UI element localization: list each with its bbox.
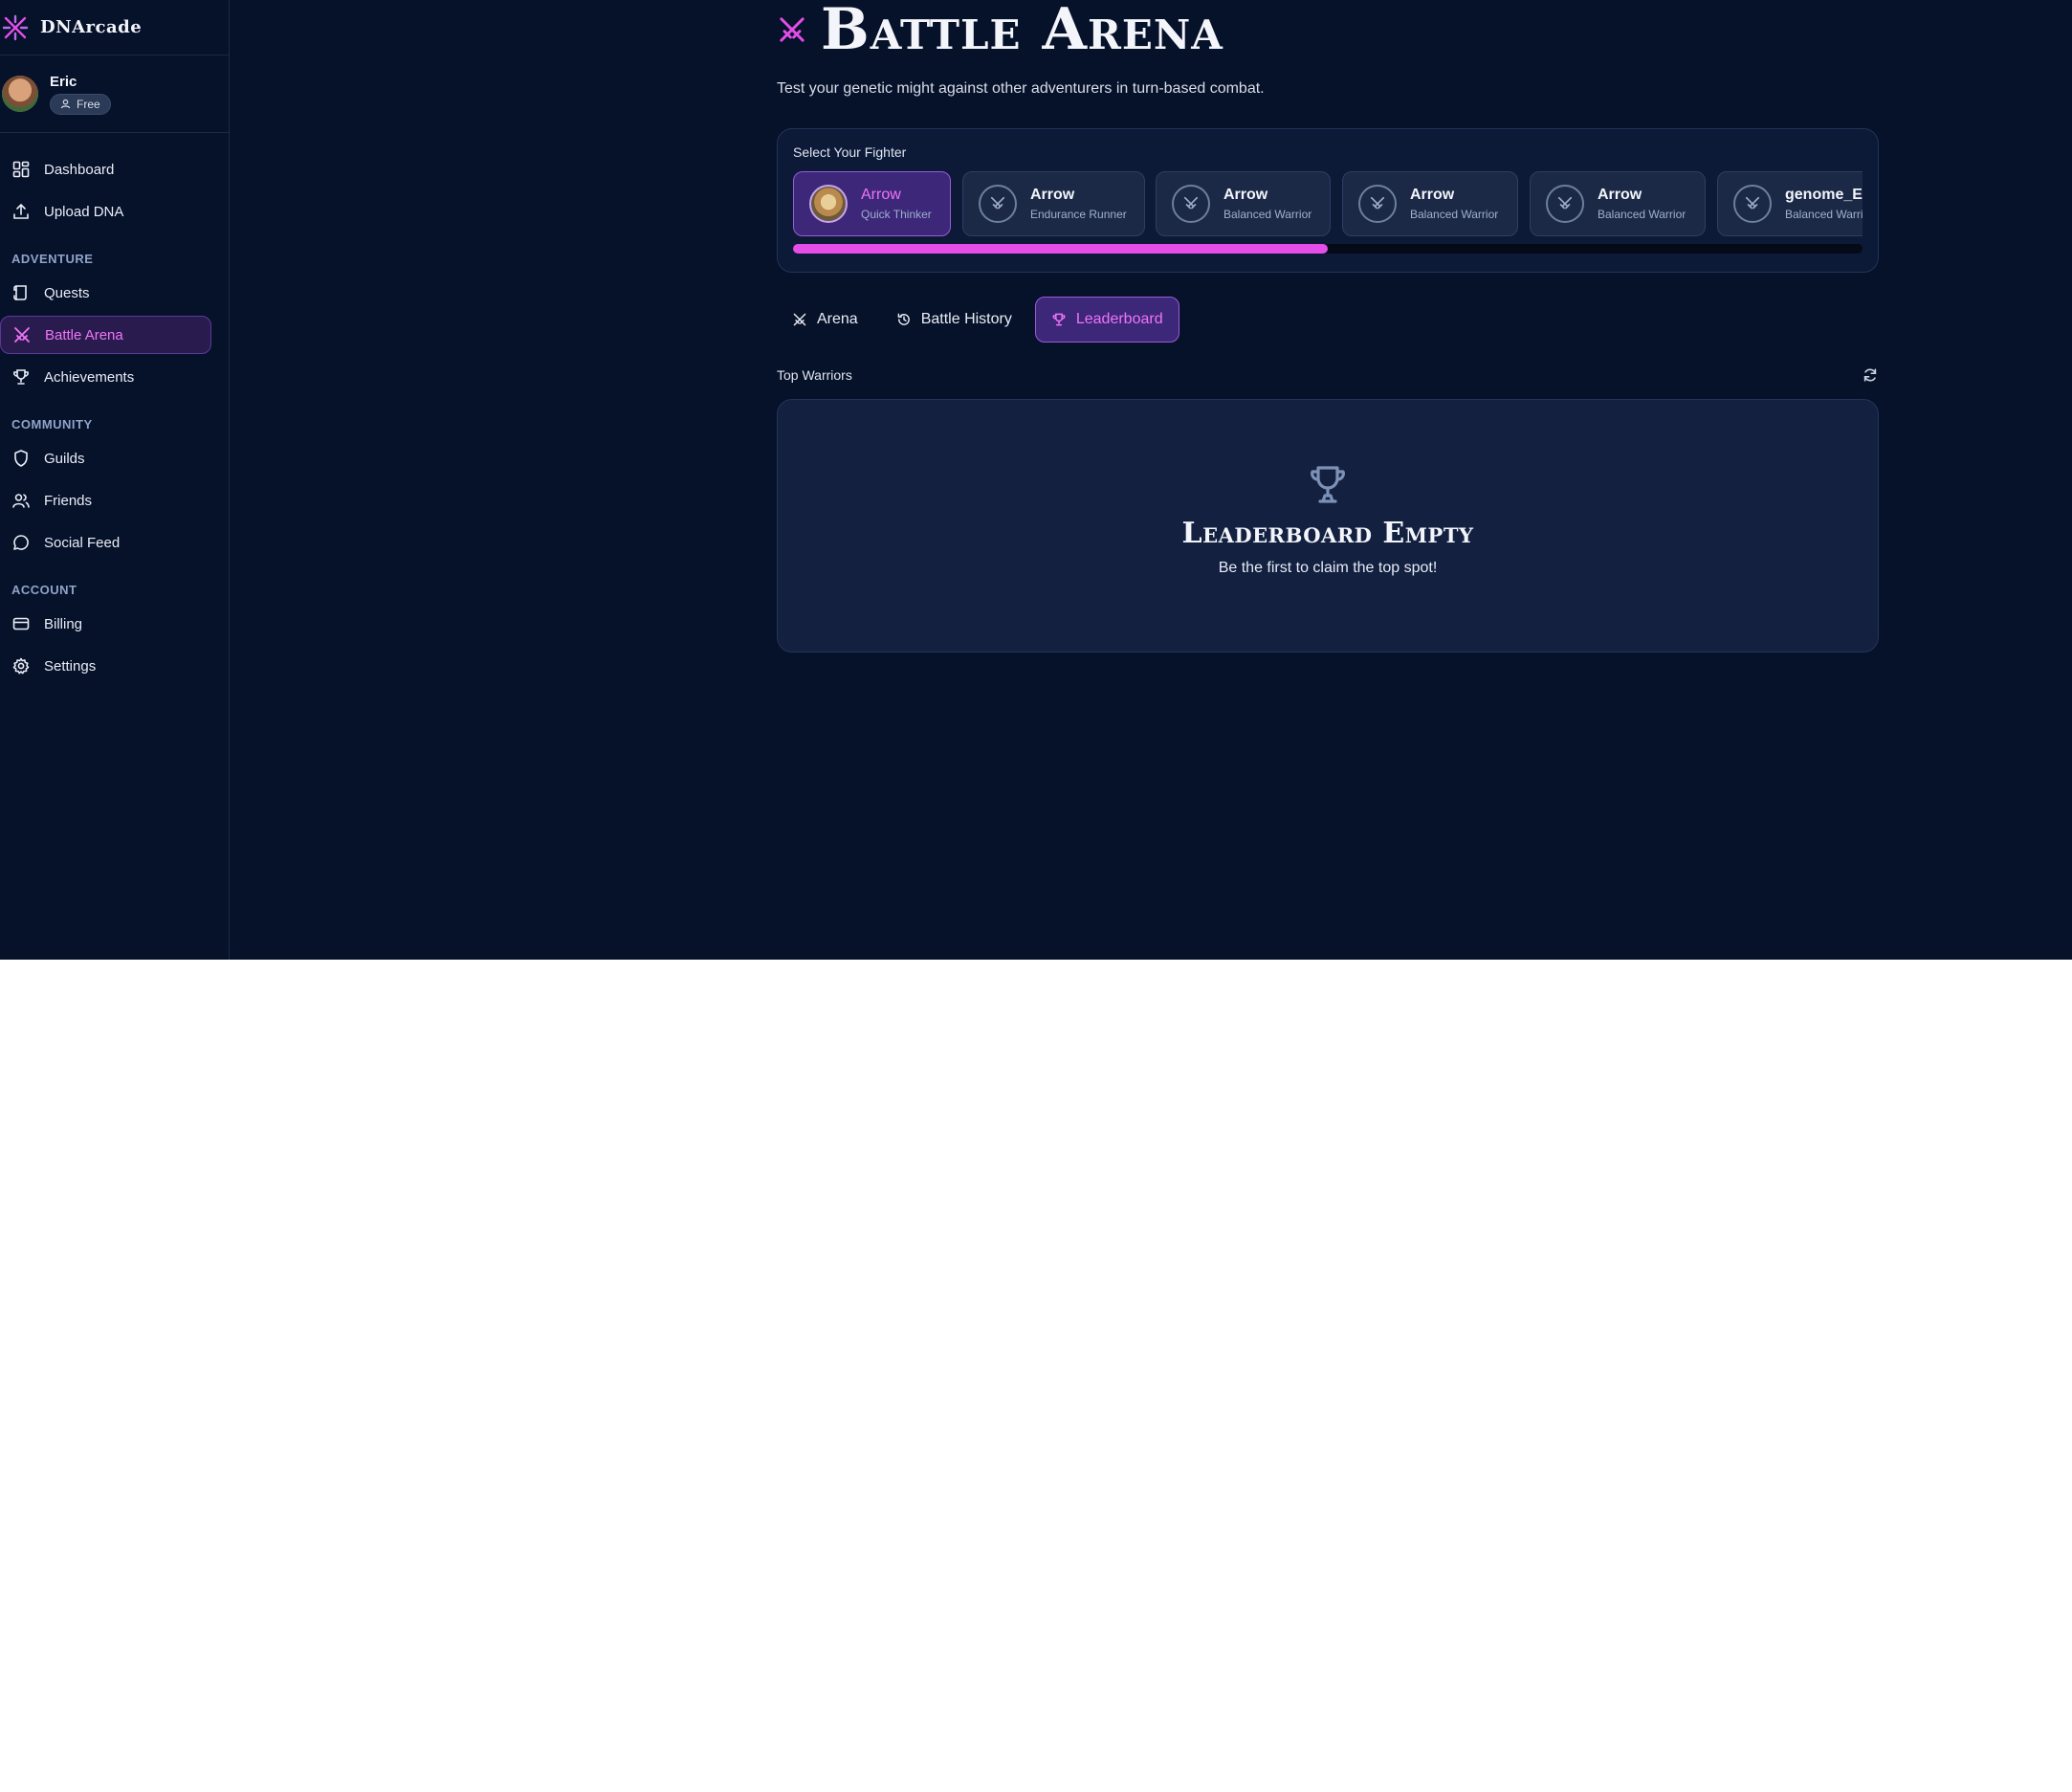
sidebar-item-friends[interactable]: Friends	[0, 481, 211, 520]
fighter-card[interactable]: Arrow Balanced Warrior	[1530, 171, 1706, 236]
page-header: Battle Arena	[777, 0, 1879, 59]
crossed-swords-icon	[1546, 185, 1584, 223]
fighter-class: Balanced Warrior	[1223, 208, 1312, 221]
users-icon	[12, 494, 30, 508]
fighter-name: Arrow	[1030, 187, 1075, 203]
fighter-list[interactable]: Arrow Quick Thinker Arrow Endurance Runn…	[793, 171, 1863, 238]
gear-icon	[12, 657, 30, 675]
sidebar-item-label: Social Feed	[44, 534, 121, 551]
tab-leaderboard[interactable]: Leaderboard	[1034, 297, 1179, 343]
trophy-icon	[1052, 313, 1066, 326]
leaderboard-label: Top Warriors	[777, 367, 852, 383]
tab-label: Arena	[817, 311, 858, 327]
shield-icon	[14, 450, 28, 467]
sidebar-item-upload-dna[interactable]: Upload DNA	[0, 192, 211, 231]
sidebar-item-quests[interactable]: Quests	[0, 274, 211, 312]
scrollbar-thumb[interactable]	[793, 244, 1328, 254]
fighter-card[interactable]: Arrow Balanced Warrior	[1342, 171, 1518, 236]
dashboard-icon	[12, 161, 30, 178]
crossed-swords-icon	[1172, 185, 1210, 223]
fighter-name: genome_Eric	[1785, 187, 1863, 203]
sidebar-item-label: Battle Arena	[45, 326, 123, 343]
fighter-class: Balanced Warrior	[1598, 208, 1686, 221]
credit-card-icon	[12, 617, 30, 631]
sidebar-item-guilds[interactable]: Guilds	[0, 439, 211, 477]
history-icon	[897, 313, 910, 325]
sidebar-item-label: Settings	[44, 657, 97, 675]
trophy-icon	[13, 369, 29, 385]
avatar	[2, 76, 38, 112]
user-name: Eric	[50, 73, 77, 90]
section-title-adventure: ADVENTURE	[11, 252, 94, 266]
fighter-name: Arrow	[861, 187, 901, 203]
scroll-icon	[13, 285, 27, 300]
sidebar-item-label: Dashboard	[44, 161, 115, 178]
fighter-class: Quick Thinker	[861, 208, 932, 221]
app-window: DNArcade Eric Free Dashboard Upload DNA …	[0, 0, 2072, 960]
fighter-card-selected[interactable]: Arrow Quick Thinker	[793, 171, 951, 236]
tab-label: Leaderboard	[1075, 311, 1163, 327]
empty-state-title: Leaderboard Empty	[1181, 517, 1474, 550]
fighter-name: Arrow	[1223, 187, 1268, 203]
fighter-class: Endurance Runner	[1030, 208, 1127, 221]
refresh-icon[interactable]	[1862, 366, 1879, 384]
crossed-swords-icon	[1733, 185, 1772, 223]
sidebar-item-label: Upload DNA	[44, 203, 124, 220]
sidebar-item-billing[interactable]: Billing	[0, 605, 211, 643]
plan-label: Free	[77, 97, 100, 111]
crossed-swords-icon	[780, 17, 805, 42]
section-title-community: COMMUNITY	[11, 417, 93, 431]
plan-badge: Free	[50, 93, 111, 115]
sidebar-item-social-feed[interactable]: Social Feed	[0, 523, 211, 562]
fighter-card[interactable]: Arrow Balanced Warrior	[1156, 171, 1331, 236]
fighter-select-label: Select Your Fighter	[793, 144, 907, 160]
brand-name: DNArcade	[40, 17, 143, 37]
crossed-swords-icon	[14, 327, 30, 343]
chat-bubble-icon	[13, 535, 29, 550]
trophy-icon	[1311, 466, 1345, 503]
fighter-class: Balanced Warrior	[1785, 208, 1863, 221]
fighter-list-scrollbar[interactable]	[793, 244, 1863, 254]
sidebar-nav: Dashboard Upload DNA ADVENTURE Quests Ba…	[0, 133, 229, 685]
crossed-swords-icon	[979, 185, 1017, 223]
user-icon	[60, 99, 71, 109]
tab-bar: Arena Battle History Leaderboard	[777, 297, 1879, 343]
leaderboard-empty-state: Leaderboard Empty Be the first to claim …	[777, 399, 1879, 653]
sidebar-item-label: Guilds	[44, 450, 85, 467]
fighter-name: Arrow	[1410, 187, 1455, 203]
fighter-card[interactable]: Arrow Endurance Runner	[962, 171, 1145, 236]
fighter-card[interactable]: genome_Eric Balanced Warrior	[1717, 171, 1863, 236]
sidebar-item-battle-arena[interactable]: Battle Arena	[0, 316, 211, 354]
dna-logo-icon	[2, 14, 29, 41]
empty-state-subtitle: Be the first to claim the top spot!	[1218, 560, 1438, 576]
page-title: Battle Arena	[821, 0, 1223, 63]
sidebar: DNArcade Eric Free Dashboard Upload DNA …	[0, 0, 230, 960]
tab-label: Battle History	[920, 311, 1012, 327]
user-profile[interactable]: Eric Free	[0, 55, 229, 133]
sidebar-item-settings[interactable]: Settings	[0, 647, 211, 685]
page-subtitle: Test your genetic might against other ad…	[777, 80, 1265, 97]
leaderboard-header: Top Warriors	[777, 365, 1879, 385]
sidebar-item-achievements[interactable]: Achievements	[0, 358, 211, 396]
crossed-swords-icon	[1358, 185, 1397, 223]
tab-battle-history[interactable]: Battle History	[881, 297, 1027, 343]
fighter-class: Balanced Warrior	[1410, 208, 1499, 221]
fighter-select-panel: Select Your Fighter Arrow Quick Thinker …	[777, 128, 1879, 273]
brand[interactable]: DNArcade	[0, 0, 229, 55]
fighter-name: Arrow	[1598, 187, 1642, 203]
tab-arena[interactable]: Arena	[777, 297, 873, 343]
sidebar-item-dashboard[interactable]: Dashboard	[0, 150, 211, 188]
sidebar-item-label: Friends	[44, 492, 93, 509]
sidebar-item-label: Quests	[44, 284, 90, 301]
section-title-account: ACCOUNT	[11, 583, 77, 597]
sidebar-item-label: Achievements	[44, 368, 135, 386]
crossed-swords-icon	[793, 313, 806, 326]
main-content: Battle Arena Test your genetic might aga…	[777, 0, 1879, 653]
fighter-avatar	[809, 185, 848, 223]
upload-icon	[13, 203, 29, 219]
sidebar-item-label: Billing	[44, 615, 83, 632]
